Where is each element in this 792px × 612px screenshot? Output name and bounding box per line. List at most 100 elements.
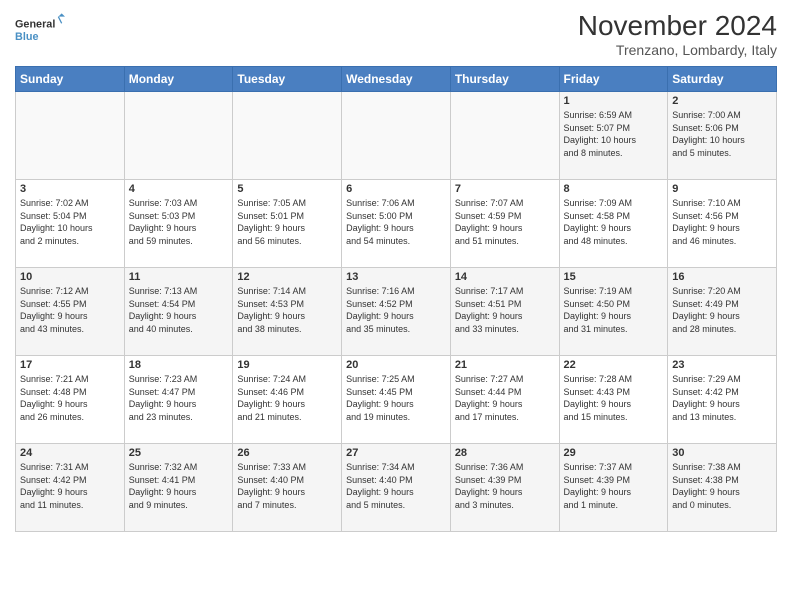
day-number: 4	[129, 183, 229, 195]
cell-week1-day7: 2 Sunrise: 7:00 AM Sunset: 5:06 PM Daylig…	[668, 92, 777, 180]
day-info: Sunrise: 7:00 AM Sunset: 5:06 PM Dayligh…	[672, 109, 772, 159]
header: General Blue November 2024 Trenzano, Lom…	[15, 10, 777, 58]
cell-week2-day4: 6 Sunrise: 7:06 AM Sunset: 5:00 PM Daylig…	[342, 180, 451, 268]
col-saturday: Saturday	[668, 67, 777, 92]
col-friday: Friday	[559, 67, 668, 92]
logo: General Blue	[15, 10, 65, 50]
cell-week3-day2: 11 Sunrise: 7:13 AM Sunset: 4:54 PM Dayli…	[124, 268, 233, 356]
day-info: Sunrise: 7:19 AM Sunset: 4:50 PM Dayligh…	[564, 285, 664, 335]
day-info: Sunrise: 7:06 AM Sunset: 5:00 PM Dayligh…	[346, 197, 446, 247]
calendar-table: Sunday Monday Tuesday Wednesday Thursday…	[15, 66, 777, 532]
cell-week5-day2: 25 Sunrise: 7:32 AM Sunset: 4:41 PM Dayli…	[124, 444, 233, 532]
day-number: 24	[20, 447, 120, 459]
day-number: 5	[237, 183, 337, 195]
cell-week4-day1: 17 Sunrise: 7:21 AM Sunset: 4:48 PM Dayli…	[16, 356, 125, 444]
cell-week1-day6: 1 Sunrise: 6:59 AM Sunset: 5:07 PM Daylig…	[559, 92, 668, 180]
logo-svg: General Blue	[15, 10, 65, 50]
day-info: Sunrise: 7:23 AM Sunset: 4:47 PM Dayligh…	[129, 373, 229, 423]
week-row-1: 1 Sunrise: 6:59 AM Sunset: 5:07 PM Daylig…	[16, 92, 777, 180]
day-number: 26	[237, 447, 337, 459]
day-info: Sunrise: 7:12 AM Sunset: 4:55 PM Dayligh…	[20, 285, 120, 335]
day-info: Sunrise: 7:33 AM Sunset: 4:40 PM Dayligh…	[237, 461, 337, 511]
cell-week4-day5: 21 Sunrise: 7:27 AM Sunset: 4:44 PM Dayli…	[450, 356, 559, 444]
svg-text:General: General	[15, 19, 55, 31]
day-info: Sunrise: 7:28 AM Sunset: 4:43 PM Dayligh…	[564, 373, 664, 423]
col-wednesday: Wednesday	[342, 67, 451, 92]
cell-week2-day5: 7 Sunrise: 7:07 AM Sunset: 4:59 PM Daylig…	[450, 180, 559, 268]
cell-week5-day7: 30 Sunrise: 7:38 AM Sunset: 4:38 PM Dayli…	[668, 444, 777, 532]
day-number: 6	[346, 183, 446, 195]
day-number: 8	[564, 183, 664, 195]
cell-week2-day6: 8 Sunrise: 7:09 AM Sunset: 4:58 PM Daylig…	[559, 180, 668, 268]
cell-week2-day1: 3Sunrise: 7:02 AM Sunset: 5:04 PM Daylig…	[16, 180, 125, 268]
cell-week1-day4	[342, 92, 451, 180]
day-number: 25	[129, 447, 229, 459]
day-number: 17	[20, 359, 120, 371]
day-number: 7	[455, 183, 555, 195]
day-info: Sunrise: 6:59 AM Sunset: 5:07 PM Dayligh…	[564, 109, 664, 159]
cell-week2-day3: 5 Sunrise: 7:05 AM Sunset: 5:01 PM Daylig…	[233, 180, 342, 268]
day-info: Sunrise: 7:20 AM Sunset: 4:49 PM Dayligh…	[672, 285, 772, 335]
cell-week3-day6: 15Sunrise: 7:19 AM Sunset: 4:50 PM Dayli…	[559, 268, 668, 356]
cell-week5-day3: 26 Sunrise: 7:33 AM Sunset: 4:40 PM Dayli…	[233, 444, 342, 532]
col-sunday: Sunday	[16, 67, 125, 92]
day-info: Sunrise: 7:17 AM Sunset: 4:51 PM Dayligh…	[455, 285, 555, 335]
day-info: Sunrise: 7:13 AM Sunset: 4:54 PM Dayligh…	[129, 285, 229, 335]
day-number: 20	[346, 359, 446, 371]
day-number: 16	[672, 271, 772, 283]
cell-week2-day2: 4Sunrise: 7:03 AM Sunset: 5:03 PM Daylig…	[124, 180, 233, 268]
svg-text:Blue: Blue	[15, 31, 38, 43]
week-row-4: 17 Sunrise: 7:21 AM Sunset: 4:48 PM Dayli…	[16, 356, 777, 444]
day-info: Sunrise: 7:36 AM Sunset: 4:39 PM Dayligh…	[455, 461, 555, 511]
day-info: Sunrise: 7:21 AM Sunset: 4:48 PM Dayligh…	[20, 373, 120, 423]
day-number: 23	[672, 359, 772, 371]
col-thursday: Thursday	[450, 67, 559, 92]
cell-week4-day6: 22Sunrise: 7:28 AM Sunset: 4:43 PM Dayli…	[559, 356, 668, 444]
day-info: Sunrise: 7:37 AM Sunset: 4:39 PM Dayligh…	[564, 461, 664, 511]
day-number: 14	[455, 271, 555, 283]
day-info: Sunrise: 7:07 AM Sunset: 4:59 PM Dayligh…	[455, 197, 555, 247]
day-number: 12	[237, 271, 337, 283]
cell-week5-day5: 28 Sunrise: 7:36 AM Sunset: 4:39 PM Dayli…	[450, 444, 559, 532]
day-number: 21	[455, 359, 555, 371]
day-number: 27	[346, 447, 446, 459]
day-info: Sunrise: 7:29 AM Sunset: 4:42 PM Dayligh…	[672, 373, 772, 423]
cell-week3-day7: 16 Sunrise: 7:20 AM Sunset: 4:49 PM Dayli…	[668, 268, 777, 356]
day-number: 1	[564, 95, 664, 107]
title-block: November 2024 Trenzano, Lombardy, Italy	[578, 10, 777, 58]
cell-week4-day4: 20Sunrise: 7:25 AM Sunset: 4:45 PM Dayli…	[342, 356, 451, 444]
day-number: 30	[672, 447, 772, 459]
cell-week3-day4: 13Sunrise: 7:16 AM Sunset: 4:52 PM Dayli…	[342, 268, 451, 356]
col-monday: Monday	[124, 67, 233, 92]
day-number: 13	[346, 271, 446, 283]
day-info: Sunrise: 7:09 AM Sunset: 4:58 PM Dayligh…	[564, 197, 664, 247]
cell-week5-day4: 27 Sunrise: 7:34 AM Sunset: 4:40 PM Dayli…	[342, 444, 451, 532]
day-info: Sunrise: 7:27 AM Sunset: 4:44 PM Dayligh…	[455, 373, 555, 423]
day-info: Sunrise: 7:24 AM Sunset: 4:46 PM Dayligh…	[237, 373, 337, 423]
day-number: 18	[129, 359, 229, 371]
day-number: 2	[672, 95, 772, 107]
week-row-3: 10 Sunrise: 7:12 AM Sunset: 4:55 PM Dayli…	[16, 268, 777, 356]
day-number: 28	[455, 447, 555, 459]
day-number: 29	[564, 447, 664, 459]
day-number: 10	[20, 271, 120, 283]
cell-week2-day7: 9Sunrise: 7:10 AM Sunset: 4:56 PM Daylig…	[668, 180, 777, 268]
cell-week3-day3: 12Sunrise: 7:14 AM Sunset: 4:53 PM Dayli…	[233, 268, 342, 356]
day-number: 9	[672, 183, 772, 195]
day-info: Sunrise: 7:34 AM Sunset: 4:40 PM Dayligh…	[346, 461, 446, 511]
day-info: Sunrise: 7:38 AM Sunset: 4:38 PM Dayligh…	[672, 461, 772, 511]
month-title: November 2024	[578, 10, 777, 42]
calendar-header-row: Sunday Monday Tuesday Wednesday Thursday…	[16, 67, 777, 92]
day-info: Sunrise: 7:32 AM Sunset: 4:41 PM Dayligh…	[129, 461, 229, 511]
week-row-2: 3Sunrise: 7:02 AM Sunset: 5:04 PM Daylig…	[16, 180, 777, 268]
day-number: 11	[129, 271, 229, 283]
cell-week4-day7: 23 Sunrise: 7:29 AM Sunset: 4:42 PM Dayli…	[668, 356, 777, 444]
cell-week1-day5	[450, 92, 559, 180]
cell-week3-day5: 14 Sunrise: 7:17 AM Sunset: 4:51 PM Dayli…	[450, 268, 559, 356]
cell-week3-day1: 10 Sunrise: 7:12 AM Sunset: 4:55 PM Dayli…	[16, 268, 125, 356]
day-info: Sunrise: 7:05 AM Sunset: 5:01 PM Dayligh…	[237, 197, 337, 247]
calendar-page: General Blue November 2024 Trenzano, Lom…	[0, 0, 792, 612]
cell-week4-day3: 19Sunrise: 7:24 AM Sunset: 4:46 PM Dayli…	[233, 356, 342, 444]
cell-week1-day2	[124, 92, 233, 180]
cell-week1-day1	[16, 92, 125, 180]
